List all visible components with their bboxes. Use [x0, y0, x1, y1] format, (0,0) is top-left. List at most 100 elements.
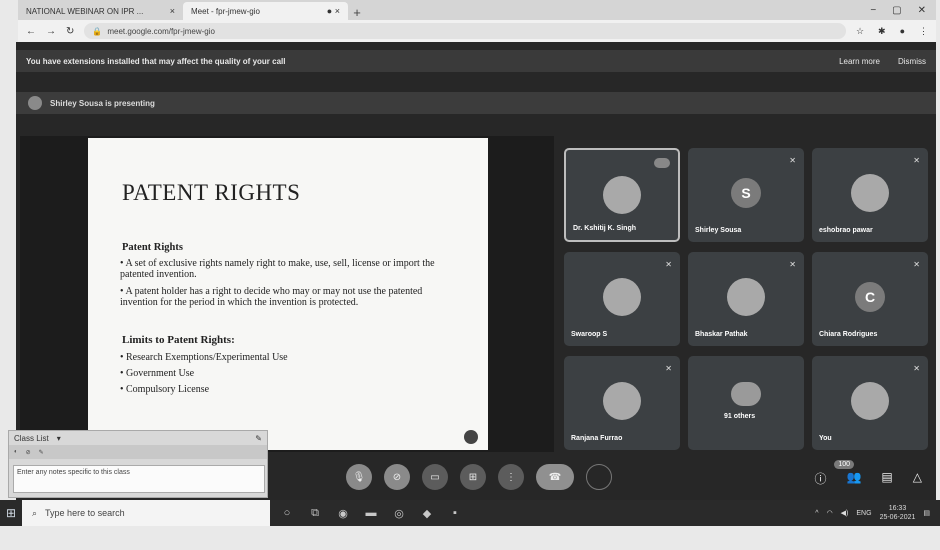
presentation-stage: PATENT RIGHTS Patent Rights • A set of e… [20, 136, 554, 452]
mic-off-icon: ✕ [913, 260, 920, 269]
date: 25-06-2021 [879, 514, 916, 521]
present-button[interactable]: ⊞ [460, 464, 486, 490]
app-icon[interactable]: ◆ [416, 507, 438, 520]
avatar [603, 382, 641, 420]
dismiss-button[interactable]: Dismiss [898, 57, 926, 66]
mic-off-icon: ✕ [789, 260, 796, 269]
mic-off-icon: ✕ [665, 260, 672, 269]
profile-icon[interactable]: ● [900, 26, 905, 37]
chrome-icon[interactable]: ◎ [388, 507, 410, 520]
camera-button[interactable]: ⊘ [384, 464, 410, 490]
people-count-badge: 100 [834, 460, 854, 469]
info-icon[interactable]: ⓘ [814, 470, 826, 487]
language-indicator[interactable]: ENG [856, 510, 871, 517]
taskbar-search[interactable]: ⌕ Type here to search [22, 500, 270, 526]
time: 16:33 [888, 505, 907, 512]
slide-limit: • Government Use [120, 368, 195, 379]
participant-name: Swaroop S [571, 331, 608, 338]
avatar [603, 278, 641, 316]
new-tab-icon[interactable]: + [348, 5, 366, 20]
network-icon[interactable]: ◠ [827, 509, 833, 517]
avatar [851, 382, 889, 420]
chevron-down-icon[interactable]: ▾ [57, 434, 61, 443]
forward-icon[interactable]: → [46, 26, 56, 37]
participant-tile[interactable]: ✕ eshobrao pawar [812, 148, 928, 242]
tray-arrow-icon[interactable]: ^ [815, 510, 818, 517]
system-tray: ^ ◠ ◀) ENG 16:33 25-06-2021 ▤ [815, 504, 940, 522]
notifications-icon[interactable]: ▤ [923, 509, 930, 517]
participant-tile[interactable]: ✕ S Shirley Sousa [688, 148, 804, 242]
windows-start-icon[interactable]: ⊞ [0, 500, 22, 526]
chat-icon[interactable]: ▤ [881, 470, 892, 487]
app-icon[interactable]: ▪ [444, 507, 466, 519]
presenting-bar: Shirley Sousa is presenting [16, 92, 936, 114]
avatar-group-icon [731, 382, 761, 406]
tool-icon[interactable]: ◐ [14, 449, 18, 455]
class-notes-field[interactable]: Enter any notes specific to this class [13, 465, 265, 493]
participant-name: Dr. Kshitij K. Singh [573, 225, 637, 232]
more-options-button[interactable]: ⋮ [498, 464, 524, 490]
call-controls: 🎙 ⊘ ▭ ⊞ ⋮ ☎ [346, 460, 612, 494]
pin-icon[interactable]: ✎ [255, 434, 262, 443]
captions-button[interactable]: ▭ [422, 464, 448, 490]
extension-banner: You have extensions installed that may a… [16, 50, 936, 72]
close-window-icon[interactable]: ✕ [918, 5, 926, 16]
mic-off-icon: ✕ [789, 156, 796, 165]
people-icon[interactable]: 👥 [846, 470, 861, 487]
class-list-popup: Class List ▾ ✎ ◐ ⊘ ✎ Enter any notes specifi… [8, 430, 268, 498]
mic-off-icon: ✕ [913, 364, 920, 373]
clock[interactable]: 16:33 25-06-2021 [880, 504, 916, 522]
mic-off-icon: ✕ [665, 364, 672, 373]
participant-name: Chiara Rodrigues [819, 331, 878, 338]
participant-tile[interactable]: ✕ Swaroop S [564, 252, 680, 346]
tab-webinar[interactable]: NATIONAL WEBINAR ON IPR ... × [18, 2, 183, 20]
participant-tile[interactable]: ✕ C Chiara Rodrigues [812, 252, 928, 346]
edge-icon[interactable]: ◉ [332, 507, 354, 520]
class-list-dropdown[interactable]: Class List [14, 434, 49, 443]
cortana-icon[interactable]: ○ [276, 507, 298, 519]
slide-limit: • Compulsory License [120, 384, 210, 395]
participant-tile[interactable]: ✕ Ranjana Furrao [564, 356, 680, 450]
tab-title: NATIONAL WEBINAR ON IPR ... [26, 6, 144, 16]
reload-icon[interactable]: ↻ [66, 26, 74, 37]
screen: NATIONAL WEBINAR ON IPR ... × Meet - fpr-… [0, 0, 940, 550]
participant-name: eshobrao pawar [819, 227, 873, 234]
avatar: S [731, 178, 761, 208]
participant-tile[interactable]: Dr. Kshitij K. Singh [564, 148, 680, 242]
close-icon[interactable]: ● × [327, 6, 340, 16]
participant-tile[interactable]: ✕ You [812, 356, 928, 450]
star-icon[interactable]: ☆ [856, 26, 864, 37]
volume-icon[interactable]: ◀) [841, 509, 849, 517]
leave-call-button[interactable]: ☎ [536, 464, 574, 490]
mic-button[interactable]: 🎙 [346, 464, 372, 490]
maximize-icon[interactable]: ▢ [892, 5, 901, 16]
tab-meet[interactable]: Meet - fpr-jmew-gio ● × [183, 2, 348, 20]
window-controls: − ▢ ✕ [870, 5, 936, 16]
avatar [851, 174, 889, 212]
slide-limit: • Research Exemptions/Experimental Use [120, 352, 288, 363]
task-view-icon[interactable]: ⧉ [304, 507, 326, 520]
file-explorer-icon[interactable]: ▬ [360, 507, 382, 519]
extensions-icon[interactable]: ✱ [878, 26, 886, 37]
learn-more-link[interactable]: Learn more [839, 57, 880, 66]
back-icon[interactable]: ← [26, 26, 36, 37]
tab-title: Meet - fpr-jmew-gio [191, 6, 260, 16]
class-list-toolbar: ◐ ⊘ ✎ [9, 445, 267, 459]
side-controls: ⓘ 👥 ▤ △ [814, 470, 922, 487]
tool-icon[interactable]: ✎ [39, 449, 44, 456]
participant-name: Ranjana Furrao [571, 435, 623, 442]
participant-tile[interactable]: 91 others [688, 356, 804, 450]
tool-icon[interactable]: ⊘ [26, 449, 31, 456]
avatar [603, 176, 641, 214]
menu-icon[interactable]: ⋮ [919, 26, 928, 37]
search-placeholder: Type here to search [45, 508, 125, 518]
activities-icon[interactable]: △ [913, 470, 922, 487]
speaking-icon [654, 158, 670, 168]
mic-off-icon: ✕ [913, 156, 920, 165]
participant-tile[interactable]: ✕ Bhaskar Pathak [688, 252, 804, 346]
minimize-icon[interactable]: − [870, 5, 876, 16]
url-field[interactable]: 🔒 meet.google.com/fpr-jmew-gio [84, 23, 846, 39]
banner-text: You have extensions installed that may a… [26, 56, 286, 66]
close-icon[interactable]: × [170, 6, 175, 16]
slide-bullet: • A set of exclusive rights namely right… [120, 258, 435, 280]
